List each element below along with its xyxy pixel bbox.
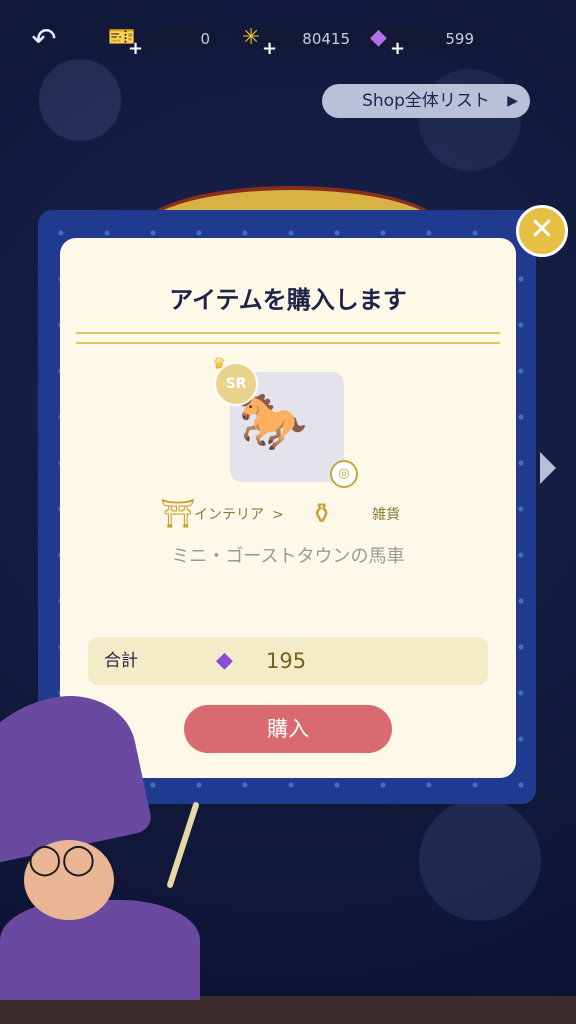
gem-icon: ◆ [370,25,387,50]
ticket-add-button[interactable]: + [128,38,143,59]
total-value: 195 [266,649,307,673]
shop-list-label: Shop全体リスト [362,91,490,111]
category-label[interactable]: インテリア [194,506,264,524]
next-page-arrow[interactable] [540,452,556,484]
total-label: 合計 [104,651,138,671]
sparkle-add-button[interactable]: + [262,38,277,59]
subcategory-label: 雑貨 [372,507,400,523]
glasses-icon: ◯◯ [28,842,96,877]
gem-icon: ◆ [216,648,233,673]
shop-list-button[interactable]: Shop全体リスト ▶ [322,84,530,118]
ticket-value: 0 [200,30,210,48]
rarity-badge: SR [214,362,258,406]
sparkle-icon: ✳ [242,25,261,50]
buy-button[interactable]: 購入 [184,705,392,753]
modal-panel [60,238,516,778]
theme-icon: ◎ [330,460,358,488]
close-icon: ✕ [529,212,555,247]
top-bar: ↶ 🎫 + 0 ✳ + 80415 ◆ + 599 [0,0,576,80]
sparkle-value: 80415 [302,30,350,48]
undo-arrow-icon: ↶ [31,22,57,57]
chair-icon: ⛩ [160,497,196,530]
witch-robe [0,900,200,1000]
back-button[interactable]: ↶ [22,22,66,58]
gem-value: 599 [445,30,474,48]
modal-title: アイテムを購入します [169,286,407,314]
title-divider [76,332,500,344]
close-button[interactable]: ✕ [516,205,568,257]
floor-strip [0,996,576,1024]
lamp-icon: ⚱ [310,497,334,530]
chevron-right-icon: > [272,507,284,523]
chevron-right-icon: ▶ [507,93,518,109]
item-name: ミニ・ゴーストタウンの馬車 [171,546,405,567]
gem-add-button[interactable]: + [390,38,405,59]
